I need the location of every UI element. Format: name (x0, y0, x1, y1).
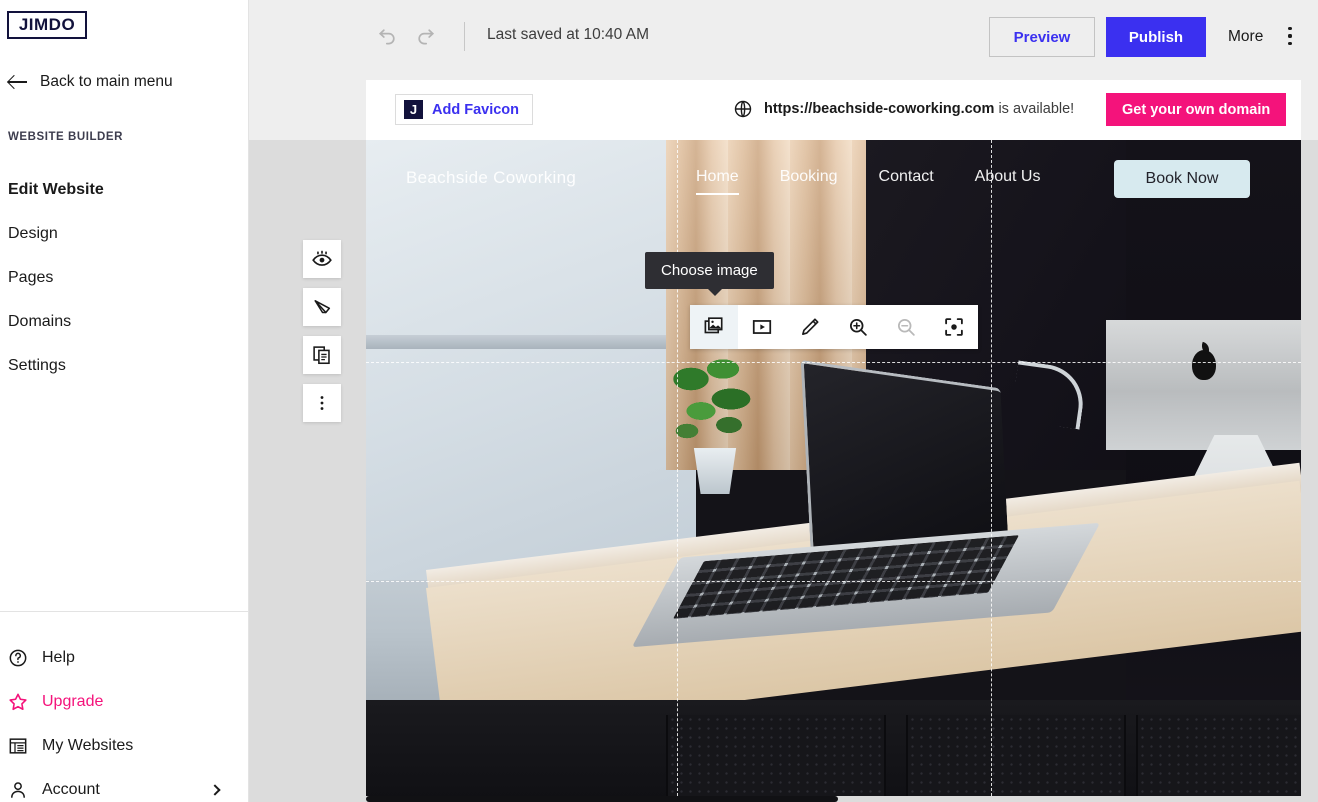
preview-button[interactable]: Preview (989, 17, 1095, 57)
focus-point-icon[interactable] (930, 305, 978, 349)
sidebar-item-upgrade-label: Upgrade (42, 693, 104, 710)
publish-button[interactable]: Publish (1106, 17, 1206, 57)
grid-list-icon (8, 736, 28, 756)
website-preview-canvas[interactable]: Beachside Coworking Home Booking Contact… (366, 140, 1301, 796)
scrollbar-thumb[interactable] (366, 796, 838, 802)
undo-icon[interactable] (375, 24, 399, 48)
add-favicon-button[interactable]: J Add Favicon (395, 94, 534, 125)
star-icon (8, 692, 28, 712)
arrow-left-icon (8, 74, 28, 90)
chevron-right-icon (209, 784, 221, 796)
book-now-button[interactable]: Book Now (1114, 160, 1250, 198)
redo-icon[interactable] (414, 24, 438, 48)
jimdo-logo-text: JIMDO (18, 15, 76, 34)
person-icon (8, 780, 28, 800)
sidebar-nav: Edit Website Design Pages Domains Settin… (8, 168, 238, 388)
domain-url: https://beachside-coworking.com (764, 101, 995, 117)
sidebar-bottom-nav: Help Upgrade My Websites Account (8, 636, 249, 802)
sidebar-divider (0, 611, 249, 612)
domain-text: https://beachside-coworking.com is avail… (764, 101, 1074, 117)
kebab-menu-icon[interactable] (1281, 25, 1299, 47)
jimdo-website-builder: JIMDO Back to main menu WEBSITE BUILDER … (0, 0, 1318, 802)
site-nav-item-contact[interactable]: Contact (879, 168, 934, 193)
edit-pencil-icon[interactable] (786, 305, 834, 349)
site-nav-item-home[interactable]: Home (696, 168, 739, 195)
hero-background-image[interactable] (366, 140, 1301, 796)
add-favicon-label: Add Favicon (432, 101, 520, 118)
sidebar-item-account[interactable]: Account (8, 768, 249, 802)
site-nav-item-about-us[interactable]: About Us (975, 168, 1041, 193)
favicon-domain-strip: J Add Favicon https://beachside-coworkin… (366, 80, 1301, 140)
site-nav: Home Booking Contact About Us (696, 168, 1040, 195)
eye-icon[interactable] (303, 240, 341, 278)
help-circle-icon (8, 648, 28, 668)
favicon-preview-icon: J (404, 100, 423, 119)
sidebar-item-my-websites-label: My Websites (42, 737, 134, 754)
canvas-horizontal-scrollbar[interactable] (366, 796, 1301, 802)
globe-icon (733, 99, 753, 119)
sidebar-item-edit-website[interactable]: Edit Website (8, 168, 238, 212)
site-logo[interactable]: Beachside Coworking (406, 168, 576, 188)
sidebar: JIMDO Back to main menu WEBSITE BUILDER … (0, 0, 249, 802)
jimdo-logo[interactable]: JIMDO (7, 11, 87, 39)
get-domain-button[interactable]: Get your own domain (1106, 93, 1287, 126)
kebab-menu-icon[interactable] (303, 384, 341, 422)
tooltip-label: Choose image (661, 262, 758, 279)
video-icon[interactable] (738, 305, 786, 349)
sidebar-item-upgrade[interactable]: Upgrade (8, 680, 249, 724)
sidebar-item-account-label: Account (42, 781, 100, 798)
tooltip-choose-image: Choose image (645, 252, 774, 296)
zoom-in-icon[interactable] (834, 305, 882, 349)
color-swatches-icon[interactable] (303, 288, 341, 326)
back-to-main-menu-button[interactable]: Back to main menu (8, 68, 173, 96)
editor-topbar: Last saved at 10:40 AM Preview Publish M… (249, 0, 1318, 75)
image-element-toolbar (690, 305, 978, 349)
zoom-out-icon[interactable] (882, 305, 930, 349)
more-label[interactable]: More (1228, 28, 1263, 46)
site-header: Beachside Coworking Home Booking Contact… (366, 140, 1301, 218)
sidebar-item-help[interactable]: Help (8, 636, 249, 680)
site-nav-item-booking[interactable]: Booking (780, 168, 838, 193)
sidebar-section-label: WEBSITE BUILDER (8, 131, 123, 143)
sidebar-item-my-websites[interactable]: My Websites (8, 724, 249, 768)
back-to-main-menu-label: Back to main menu (40, 73, 173, 90)
element-toolbar (303, 240, 341, 432)
sidebar-item-settings[interactable]: Settings (8, 344, 238, 388)
choose-image-icon[interactable] (690, 305, 738, 349)
sidebar-item-pages[interactable]: Pages (8, 256, 238, 300)
last-saved-status: Last saved at 10:40 AM (487, 26, 649, 43)
sidebar-item-design[interactable]: Design (8, 212, 238, 256)
duplicate-icon[interactable] (303, 336, 341, 374)
sidebar-item-help-label: Help (42, 649, 75, 666)
sidebar-item-domains[interactable]: Domains (8, 300, 238, 344)
domain-availability: https://beachside-coworking.com is avail… (733, 99, 1074, 119)
topbar-divider (464, 22, 465, 51)
domain-status: is available! (994, 101, 1075, 117)
